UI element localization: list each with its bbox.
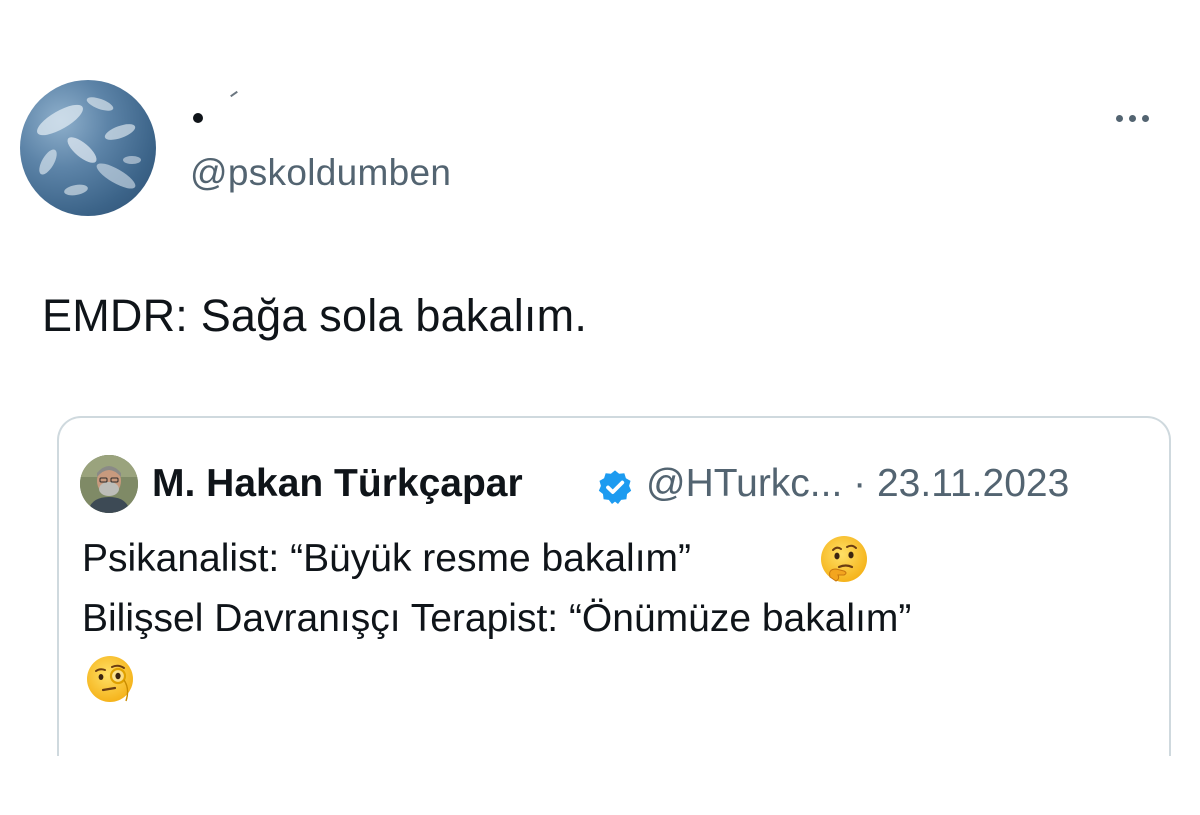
quoted-author-avatar[interactable] [80, 455, 138, 513]
quoted-handle-and-date[interactable]: @HTurkc... · 23.11.2023 [646, 462, 1069, 506]
author-display-name-mark [230, 90, 238, 98]
quoted-text-line-1: Psikanalist: “Büyük resme bakalım” [82, 537, 692, 580]
more-options-button[interactable] [1102, 100, 1162, 136]
tweet-text: EMDR: Sağa sola bakalım. [42, 290, 588, 341]
avatar-clouds-image [37, 97, 141, 196]
quoted-author-name[interactable]: M. Hakan Türkçapar [152, 462, 523, 506]
more-dot-icon [1115, 114, 1123, 122]
more-dot-icon [1128, 114, 1136, 122]
tweet: @pskoldumben EMDR: Sağa sola bakalım. M.… [0, 0, 1200, 815]
verified-badge-icon [598, 470, 632, 504]
author-display-name[interactable] [193, 113, 203, 123]
face-with-monocle-icon [87, 656, 133, 702]
author-avatar[interactable] [20, 80, 156, 216]
more-dot-icon [1141, 114, 1149, 122]
quoted-avatar-image [80, 455, 138, 513]
thinking-face-icon [821, 536, 867, 582]
author-handle[interactable]: @pskoldumben [190, 152, 451, 194]
quoted-text-line-2: Bilişsel Davranışçı Terapist: “Önümüze b… [82, 597, 912, 640]
